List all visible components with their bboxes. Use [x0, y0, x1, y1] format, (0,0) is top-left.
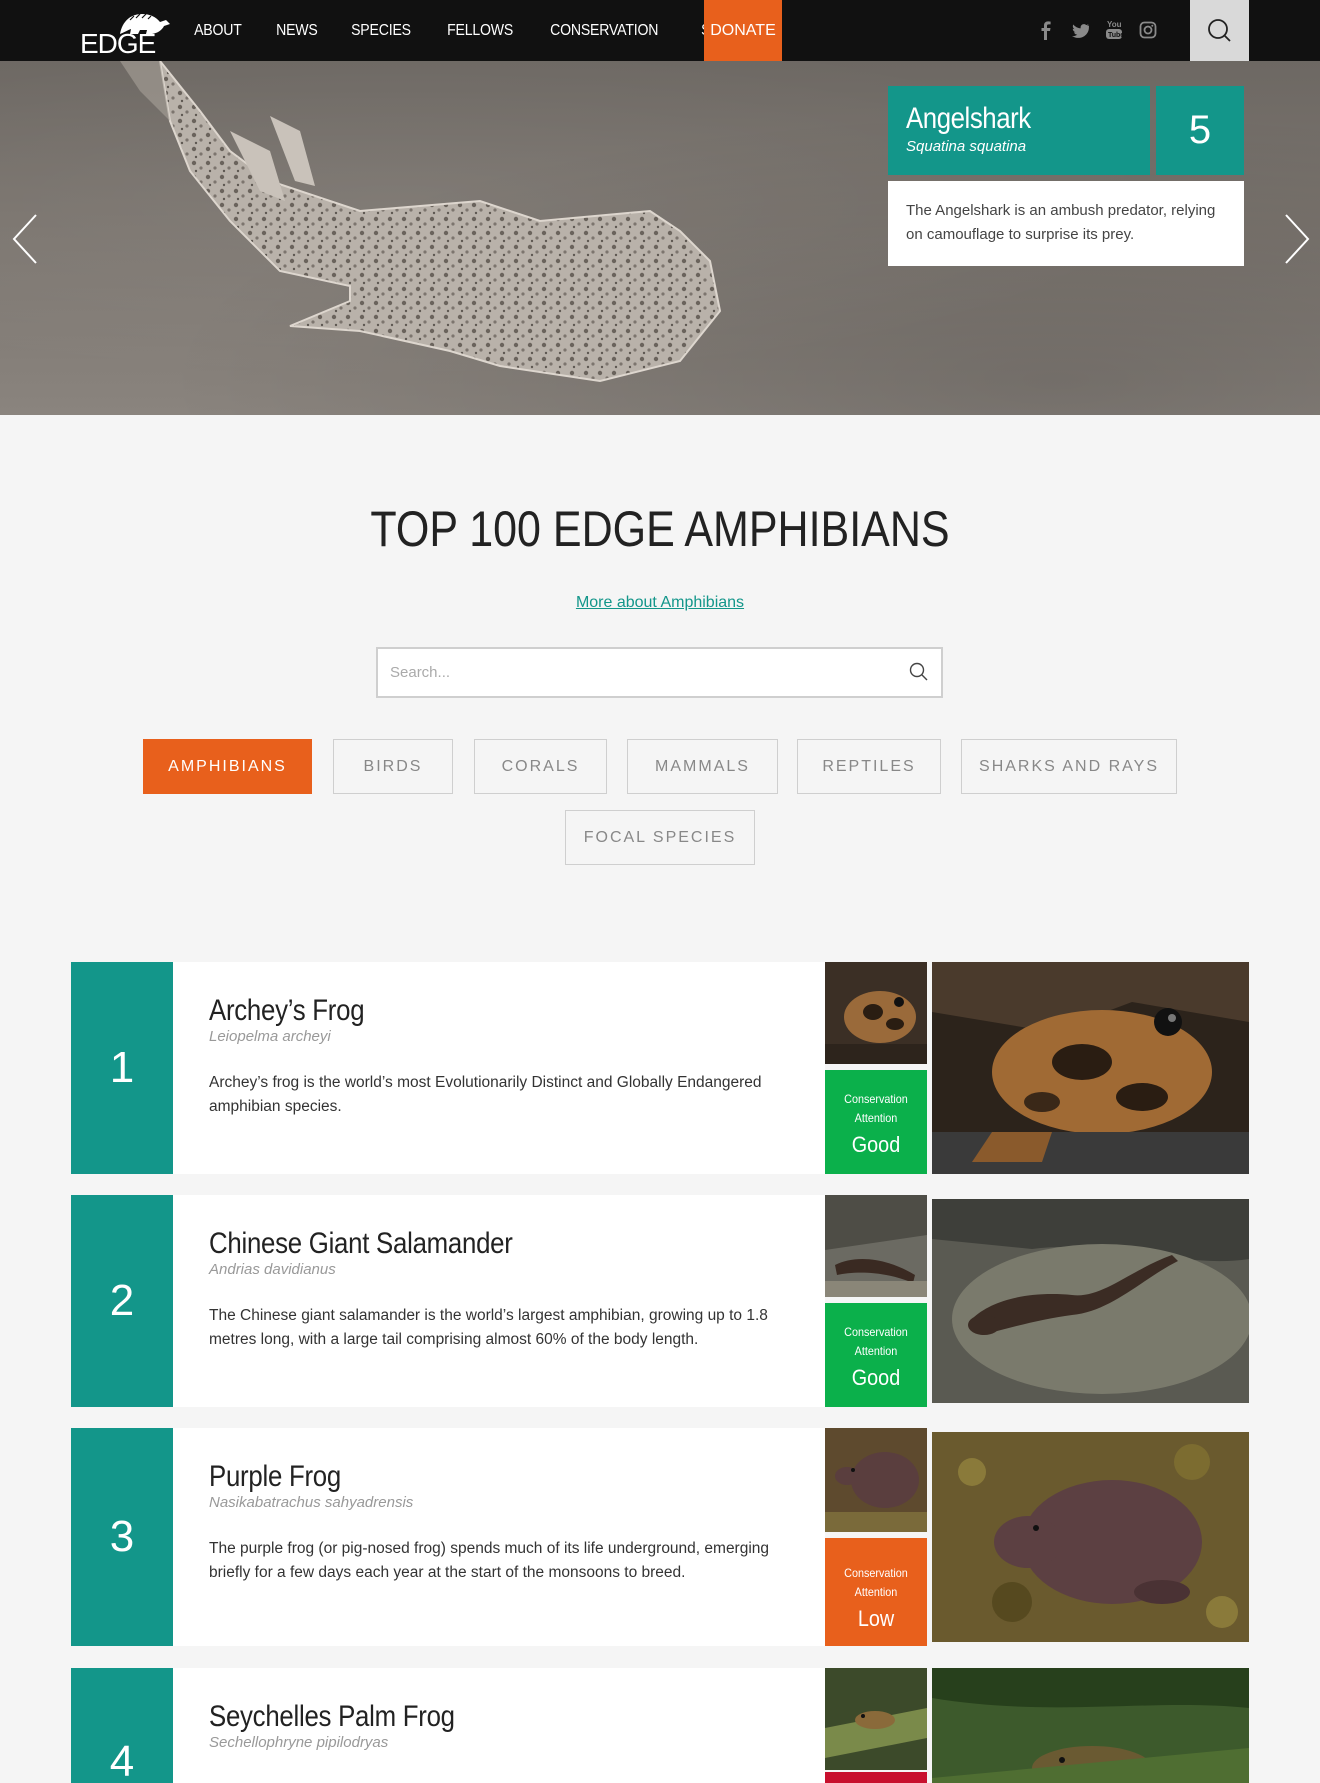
nav-about[interactable]: ABOUT: [180, 0, 256, 61]
species-name[interactable]: Chinese Giant Salamander: [209, 1227, 715, 1261]
species-thumbnail[interactable]: [825, 1195, 927, 1297]
search-input[interactable]: [390, 649, 870, 696]
hero-prev-arrow[interactable]: [6, 209, 46, 269]
species-row[interactable]: 4 Seychelles Palm Frog Sechellophryne pi…: [71, 1668, 1249, 1783]
species-description: The purple frog (or pig-nosed frog) spen…: [209, 1540, 770, 1581]
species-rank: 3: [71, 1428, 173, 1646]
species-latin: Sechellophryne pipilodryas: [209, 1734, 389, 1751]
status-label-line2: Attention: [854, 1344, 898, 1358]
species-info: Chinese Giant Salamander Andrias davidia…: [173, 1195, 825, 1407]
edge-logo[interactable]: EDGE: [78, 8, 170, 59]
filter-corals[interactable]: CORALS: [474, 739, 607, 794]
instagram-icon[interactable]: [1138, 18, 1158, 42]
search-icon[interactable]: [908, 661, 930, 683]
social-links: You Tube: [1036, 18, 1158, 42]
species-latin: Leiopelma archeyi: [209, 1028, 331, 1045]
page-title: TOP 100 EDGE AMPHIBIANS: [370, 501, 950, 557]
status-label-line2: Attention: [854, 1111, 898, 1125]
status-label-line1: Conservation: [844, 1325, 908, 1339]
status-value: Low: [857, 1606, 895, 1631]
species-latin: Nasikabatrachus sahyadrensis: [209, 1494, 414, 1511]
nav-fellows[interactable]: FELLOWS: [433, 0, 527, 61]
donate-button[interactable]: DONATE: [704, 0, 782, 61]
species-info: Seychelles Palm Frog Sechellophryne pipi…: [173, 1668, 825, 1783]
species-row[interactable]: 3 Purple Frog Nasikabatrachus sahyadrens…: [71, 1428, 1249, 1646]
filter-focal-species[interactable]: FOCAL SPECIES: [565, 810, 755, 865]
species-rank: 1: [71, 962, 173, 1174]
species-thumbnail[interactable]: [825, 962, 927, 1064]
nav-links: ABOUT NEWS SPECIES FELLOWS CONSERVATION …: [180, 0, 791, 61]
youtube-icon[interactable]: You Tube: [1104, 18, 1124, 42]
header-search-button[interactable]: [1190, 0, 1249, 61]
top-nav: EDGE ABOUT NEWS SPECIES FELLOWS CONSERVA…: [0, 0, 1320, 61]
logo-text: EDGE: [80, 28, 156, 59]
species-search: [376, 647, 943, 698]
status-label-line1: Conservation: [844, 1566, 908, 1580]
nav-species[interactable]: SPECIES: [337, 0, 425, 61]
status-label-line2: Attention: [854, 1585, 898, 1599]
species-row[interactable]: 1 Archey’s Frog Leiopelma archeyi Archey…: [71, 962, 1249, 1174]
species-name[interactable]: Archey’s Frog: [209, 994, 715, 1028]
status-label-line1: Conservation: [844, 1092, 908, 1106]
species-description: The Chinese giant salamander is the worl…: [209, 1307, 768, 1348]
youtube-text: You: [1107, 20, 1122, 29]
conservation-status: Conservation Attention Good: [825, 1070, 927, 1174]
nav-news[interactable]: NEWS: [262, 0, 332, 61]
status-value: Good: [851, 1365, 901, 1390]
facebook-icon[interactable]: [1036, 18, 1056, 42]
species-thumbnail[interactable]: [825, 1668, 927, 1770]
filter-amphibians[interactable]: AMPHIBIANS: [143, 739, 312, 794]
hero-species-description: The Angelshark is an ambush predator, re…: [888, 181, 1244, 266]
filter-birds[interactable]: BIRDS: [333, 739, 453, 794]
species-latin: Andrias davidianus: [209, 1261, 336, 1278]
filter-mammals[interactable]: MAMMALS: [627, 739, 778, 794]
species-info: Archey’s Frog Leiopelma archeyi Archey’s…: [173, 962, 825, 1174]
species-photo[interactable]: [932, 1668, 1249, 1783]
filter-reptiles[interactable]: REPTILES: [797, 739, 941, 794]
conservation-status: Conservation Attention Good: [825, 1303, 927, 1407]
species-photo[interactable]: [932, 962, 1249, 1174]
conservation-status: [825, 1772, 927, 1783]
hero-next-arrow[interactable]: [1276, 209, 1316, 269]
hero-species-rank: 5: [1156, 86, 1244, 175]
nav-conservation[interactable]: CONSERVATION: [536, 0, 672, 61]
hero-species-latin: Squatina squatina: [906, 138, 1027, 155]
species-name[interactable]: Seychelles Palm Frog: [209, 1700, 715, 1734]
species-row[interactable]: 2 Chinese Giant Salamander Andrias david…: [71, 1195, 1249, 1407]
species-thumbnail[interactable]: [825, 1428, 927, 1532]
chevron-left-icon: [12, 214, 37, 264]
more-about-link[interactable]: More about Amphibians: [0, 594, 1320, 612]
hero-species-name[interactable]: Angelshark: [906, 102, 1100, 136]
status-value: Good: [851, 1132, 901, 1157]
conservation-status: Conservation Attention Low: [825, 1538, 927, 1646]
angelshark-image: [120, 61, 722, 383]
species-info: Purple Frog Nasikabatrachus sahyadrensis…: [173, 1428, 825, 1646]
filter-sharks-and-rays[interactable]: SHARKS AND RAYS: [961, 739, 1177, 794]
species-photo[interactable]: [932, 1432, 1249, 1642]
hero-species-card[interactable]: Angelshark Squatina squatina: [888, 86, 1150, 175]
species-description: Archey’s frog is the world’s most Evolut…: [209, 1074, 762, 1115]
chevron-right-icon: [1285, 214, 1310, 264]
svg-text:Tube: Tube: [1108, 32, 1124, 39]
search-icon: [1208, 19, 1231, 42]
twitter-icon[interactable]: [1070, 18, 1090, 42]
species-rank: 4: [71, 1668, 173, 1783]
species-rank: 2: [71, 1195, 173, 1407]
species-photo[interactable]: [932, 1199, 1249, 1403]
species-name[interactable]: Purple Frog: [209, 1460, 715, 1494]
